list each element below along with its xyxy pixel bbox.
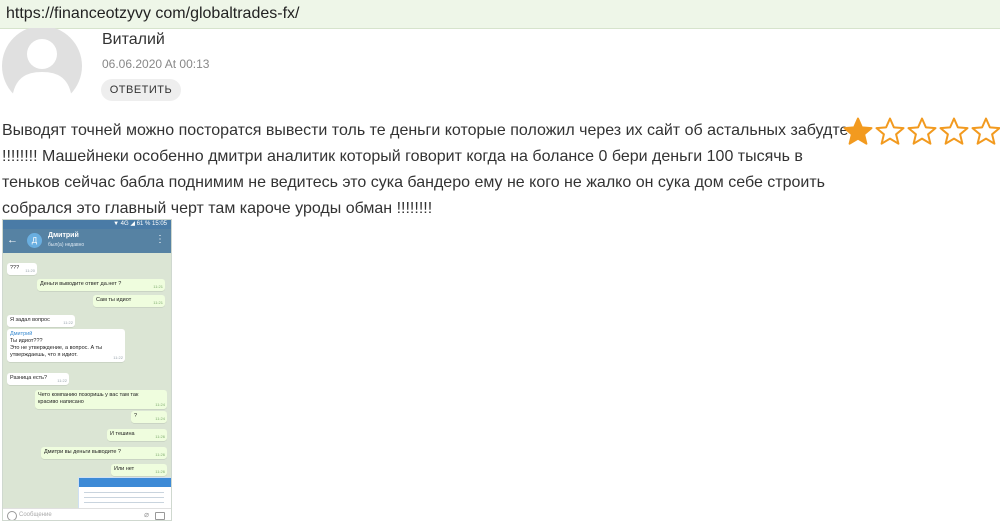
comment-text-line: Выводят точней можно посторатся вывести … (2, 122, 849, 139)
reply-author: Дмитрий (10, 331, 33, 337)
message-time: 11:22 (57, 378, 67, 383)
message-time: 11:24 (155, 402, 165, 407)
embedded-screenshot (78, 477, 171, 511)
comment-author: Виталий (102, 31, 165, 48)
chat-messages: ??? 11:20 Деньги выводите ответ да.нет ? 11… (3, 253, 171, 511)
chat-message: Или нет 11:26 (111, 464, 167, 476)
chat-message: Дмитри вы деньги выводите ? 11:26 (41, 447, 167, 459)
input-placeholder: Сообщение (19, 512, 52, 518)
chat-message: Я задал вопрос 11:22 (7, 315, 75, 327)
star-empty-icon (939, 117, 969, 145)
message-input: Сообщение ⌀ (3, 508, 171, 520)
chat-screenshot: ▼ 4G ◢ 61 % 15:05 ← Д Дмитрий был(а) нед… (2, 219, 172, 521)
chat-message: ??? 11:20 (7, 263, 37, 275)
message-time: 11:26 (155, 452, 165, 457)
chat-header: ← Д Дмитрий был(а) недавно ⋮ (3, 229, 171, 253)
back-arrow-icon: ← (7, 234, 18, 246)
message-time: 11:22 (63, 320, 73, 325)
message-time: 11:21 (153, 284, 163, 289)
phone-status-text: ▼ 4G ◢ 61 % 15:05 (113, 221, 167, 227)
message-text: Дмитри вы деньги выводите ? (44, 449, 121, 455)
chat-message: Дмитрий Ты идиот??? Это не утверждение, а … (7, 329, 125, 362)
message-time: 11:21 (153, 300, 163, 305)
message-text: Чето компанию позоришь у вас там так кра… (38, 392, 139, 405)
message-time: 11:26 (155, 434, 165, 439)
chat-message: Деньги выводите ответ да.нет ? 11:21 (37, 279, 165, 291)
avatar (2, 28, 82, 100)
more-icon: ⋮ (155, 234, 165, 245)
message-time: 11:22 (113, 355, 123, 360)
star-empty-icon (875, 117, 905, 145)
camera-icon (155, 512, 165, 520)
star-empty-icon (971, 117, 1000, 145)
contact-name: Дмитрий (48, 232, 79, 239)
url-bar[interactable]: https://financeotzyvy com/globaltrades-f… (0, 0, 1000, 29)
comment-text: Выводят точней можно посторатся вывести … (2, 118, 849, 222)
phone-status-bar: ▼ 4G ◢ 61 % 15:05 (3, 220, 171, 229)
message-text: Это не утверждение, а вопрос. А ты утвер… (10, 345, 103, 358)
message-text: Деньги выводите ответ да.нет ? (40, 281, 122, 287)
attach-icon: ⌀ (144, 510, 149, 519)
reply-quote: Ты идиот??? (10, 338, 43, 344)
message-time: 11:20 (25, 268, 35, 273)
star-filled-icon (843, 117, 873, 145)
message-time: 11:26 (155, 469, 165, 474)
comment-date: 06.06.2020 At 00:13 (102, 57, 210, 71)
chat-message: ? 11:24 (131, 411, 167, 423)
emoji-icon (7, 511, 17, 520)
reply-button[interactable]: ОТВЕТИТЬ (101, 79, 181, 101)
contact-avatar: Д (27, 233, 42, 248)
chat-message: Сам ты идиот 11:21 (93, 295, 165, 307)
comment-text-rest: !!!!!!!! Машейнеки особенно дмитри анали… (2, 148, 826, 217)
chat-message: Чето компанию позоришь у вас там так кра… (35, 390, 167, 409)
contact-status: был(а) недавно (48, 242, 85, 248)
url-text: https://financeotzyvy com/globaltrades-f… (6, 5, 300, 22)
message-time: 11:24 (155, 416, 165, 421)
rating-stars (843, 117, 1000, 147)
chat-message: Разница есть? 11:22 (7, 373, 69, 385)
message-text: Сам ты идиот (96, 297, 132, 303)
chat-message: И тешина 11:26 (107, 429, 167, 441)
star-empty-icon (907, 117, 937, 145)
